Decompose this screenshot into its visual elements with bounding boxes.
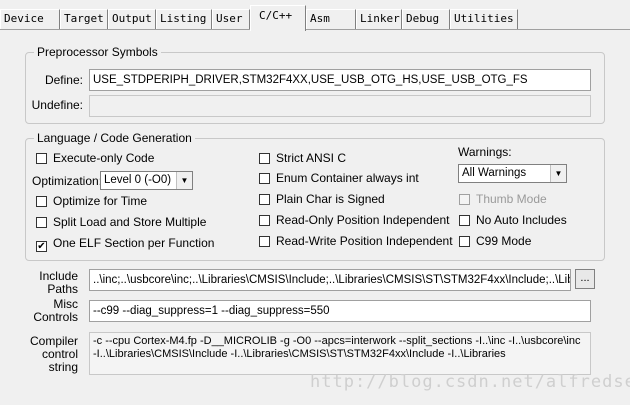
one-elf-section-label: One ELF Section per Function bbox=[53, 236, 215, 250]
tab-listing[interactable]: Listing bbox=[156, 9, 212, 29]
tab-bar: Device Target Output Listing User C/C++ … bbox=[0, 0, 630, 31]
thumb-mode-box[interactable] bbox=[459, 194, 470, 205]
strict-ansi-checkbox[interactable]: Strict ANSI C bbox=[259, 152, 346, 165]
misc-controls-input[interactable]: --c99 --diag_suppress=1 --diag_suppress=… bbox=[89, 300, 591, 322]
preprocessor-symbols-title: Preprocessor Symbols bbox=[34, 45, 161, 59]
plain-char-signed-label: Plain Char is Signed bbox=[276, 192, 385, 206]
read-write-pi-checkbox[interactable]: Read-Write Position Independent bbox=[259, 235, 453, 248]
c99-mode-checkbox[interactable]: C99 Mode bbox=[459, 235, 531, 248]
tab-bar-divider bbox=[0, 29, 630, 30]
no-auto-includes-box[interactable] bbox=[459, 215, 470, 226]
enum-container-box[interactable] bbox=[259, 173, 270, 184]
undefine-label: Undefine: bbox=[31, 98, 83, 112]
optimization-value: Level 0 (-O0) bbox=[104, 174, 172, 186]
warnings-value: All Warnings bbox=[462, 167, 527, 179]
read-write-pi-label: Read-Write Position Independent bbox=[276, 234, 453, 248]
strict-ansi-label: Strict ANSI C bbox=[276, 151, 347, 165]
compiler-control-line1: -c --cpu Cortex-M4.fp -D__MICROLIB -g -O… bbox=[93, 335, 581, 347]
no-auto-includes-checkbox[interactable]: No Auto Includes bbox=[459, 214, 567, 227]
tab-linker[interactable]: Linker bbox=[356, 9, 402, 29]
enum-container-checkbox[interactable]: Enum Container always int bbox=[259, 172, 419, 185]
tab-user[interactable]: User bbox=[212, 9, 250, 29]
warnings-select[interactable]: All Warnings ▼ bbox=[458, 164, 567, 183]
read-write-pi-box[interactable] bbox=[259, 236, 270, 247]
check-icon[interactable]: ✔ bbox=[36, 241, 47, 252]
tab-device[interactable]: Device bbox=[0, 9, 60, 29]
define-input[interactable]: USE_STDPERIPH_DRIVER,STM32F4XX,USE_USB_O… bbox=[89, 69, 591, 91]
read-only-pi-box[interactable] bbox=[259, 215, 270, 226]
compiler-control-line2: -I..\Libraries\CMSIS\Include -I..\Librar… bbox=[93, 348, 506, 360]
watermark: http://blog.csdn.net/alfredseng bbox=[310, 372, 630, 392]
compiler-control-string-textarea[interactable]: -c --cpu Cortex-M4.fp -D__MICROLIB -g -O… bbox=[89, 332, 591, 375]
c99-mode-box[interactable] bbox=[459, 236, 470, 247]
c99-mode-label: C99 Mode bbox=[476, 234, 532, 248]
tab-target[interactable]: Target bbox=[60, 9, 108, 29]
split-load-store-box[interactable] bbox=[36, 217, 47, 228]
include-paths-input[interactable]: ..\inc;..\usbcore\inc;..\Libraries\CMSIS… bbox=[89, 269, 571, 291]
thumb-mode-label: Thumb Mode bbox=[476, 192, 547, 206]
optimize-for-time-label: Optimize for Time bbox=[53, 194, 148, 208]
one-elf-section-checkbox[interactable]: ✔ One ELF Section per Function bbox=[36, 237, 214, 252]
chevron-down-icon[interactable]: ▼ bbox=[550, 165, 566, 182]
include-paths-label: Include Paths bbox=[30, 270, 78, 296]
include-paths-label-line2: Paths bbox=[47, 282, 78, 296]
read-only-pi-checkbox[interactable]: Read-Only Position Independent bbox=[259, 214, 449, 227]
optimization-select[interactable]: Level 0 (-O0) ▼ bbox=[100, 171, 193, 190]
strict-ansi-box[interactable] bbox=[259, 153, 270, 164]
warnings-label: Warnings: bbox=[458, 145, 512, 159]
compiler-control-label-line3: string bbox=[48, 360, 78, 374]
define-label: Define: bbox=[44, 73, 83, 87]
execute-only-box[interactable] bbox=[36, 153, 47, 164]
thumb-mode-checkbox[interactable]: Thumb Mode bbox=[459, 193, 547, 206]
optimization-label: Optimization: bbox=[32, 174, 103, 188]
execute-only-checkbox[interactable]: Execute-only Code bbox=[36, 152, 154, 165]
include-paths-browse-button[interactable]: ... bbox=[575, 269, 595, 289]
tab-output[interactable]: Output bbox=[108, 9, 156, 29]
undefine-input[interactable] bbox=[89, 95, 591, 117]
chevron-down-icon[interactable]: ▼ bbox=[176, 172, 192, 189]
plain-char-signed-box[interactable] bbox=[259, 194, 270, 205]
enum-container-label: Enum Container always int bbox=[276, 171, 419, 185]
optimize-for-time-checkbox[interactable]: Optimize for Time bbox=[36, 195, 147, 208]
split-load-store-label: Split Load and Store Multiple bbox=[53, 215, 207, 229]
tab-debug[interactable]: Debug bbox=[402, 9, 450, 29]
tab-asm[interactable]: Asm bbox=[306, 9, 356, 29]
compiler-control-string-label: Compiler control string bbox=[30, 335, 78, 374]
optimize-for-time-box[interactable] bbox=[36, 196, 47, 207]
split-load-store-checkbox[interactable]: Split Load and Store Multiple bbox=[36, 216, 206, 229]
read-only-pi-label: Read-Only Position Independent bbox=[276, 213, 450, 227]
tab-utilities[interactable]: Utilities bbox=[450, 9, 518, 29]
execute-only-label: Execute-only Code bbox=[53, 151, 155, 165]
no-auto-includes-label: No Auto Includes bbox=[476, 213, 567, 227]
language-code-generation-title: Language / Code Generation bbox=[34, 131, 195, 145]
misc-controls-label-line2: Controls bbox=[33, 310, 78, 324]
misc-controls-label: Misc Controls bbox=[30, 298, 78, 324]
plain-char-signed-checkbox[interactable]: Plain Char is Signed bbox=[259, 193, 385, 206]
tab-c-cpp[interactable]: C/C++ bbox=[250, 5, 306, 31]
